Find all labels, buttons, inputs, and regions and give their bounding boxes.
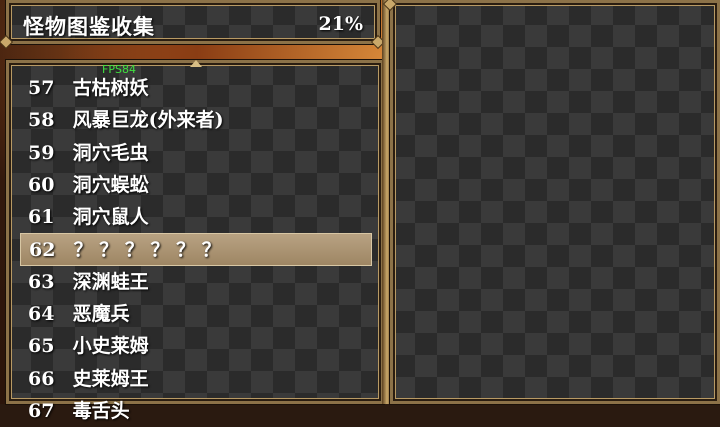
scroll-up-icon[interactable]	[190, 60, 202, 67]
monster-number: 60	[28, 173, 55, 196]
monster-list-item[interactable]: 59 洞穴毛虫	[20, 137, 372, 169]
monster-list: 57 古枯树妖 58 风暴巨龙(外来者) 59 洞穴毛虫 60 洞穴蜈蚣 61 洞穴鼠人…	[20, 72, 372, 427]
monster-list-item[interactable]: 63 深渊蛙王	[20, 266, 372, 298]
monster-list-item[interactable]: 65 小史莱姆	[20, 330, 372, 362]
monster-number: 65	[28, 335, 55, 358]
monster-name: ？ ？ ？ ？ ？ ？	[73, 239, 221, 262]
monster-number: 67	[28, 399, 55, 422]
monster-detail-panel	[390, 0, 720, 404]
monster-list-item[interactable]: 67 毒舌头	[20, 395, 372, 427]
monster-number: 64	[28, 303, 55, 326]
monster-list-item[interactable]: 61 洞穴鼠人	[20, 201, 372, 233]
monster-name: 古枯树妖	[72, 77, 149, 99]
completion-percent: 21%	[318, 13, 364, 35]
monster-list-item[interactable]: 66 史莱姆王	[20, 363, 372, 395]
monster-name: 深渊蛙王	[72, 270, 149, 293]
monster-number: 63	[28, 270, 55, 293]
monster-number: 59	[28, 141, 55, 164]
monster-list-item[interactable]: 57 古枯树妖	[20, 72, 372, 104]
monster-name: 风暴巨龙(外来者)	[72, 109, 224, 132]
page-title: 怪物图鉴收集	[23, 14, 155, 39]
fps-counter: FPS84	[102, 63, 136, 76]
monster-list-item[interactable]: 58 风暴巨龙(外来者)	[20, 104, 372, 136]
monster-name: 史莱姆王	[72, 367, 149, 390]
monster-number: 58	[28, 109, 55, 132]
monster-name: 洞穴鼠人	[72, 206, 149, 229]
monster-number: 62	[29, 239, 56, 262]
monster-number: 66	[28, 367, 55, 390]
monster-list-item[interactable]: 60 洞穴蜈蚣	[20, 169, 372, 201]
monster-list-item[interactable]: 62 ？ ？ ？ ？ ？ ？	[20, 233, 372, 266]
monster-number: 61	[28, 206, 55, 229]
monster-name: 毒舌头	[72, 399, 130, 422]
monster-name: 洞穴蜈蚣	[72, 173, 149, 196]
monster-list-item[interactable]: 64 恶魔兵	[20, 298, 372, 330]
monster-name: 恶魔兵	[72, 303, 130, 326]
monster-name: 小史莱姆	[72, 335, 149, 358]
collection-header: 怪物图鉴收集 21%	[6, 0, 380, 44]
monster-number: 57	[28, 77, 55, 99]
monster-name: 洞穴毛虫	[72, 141, 149, 164]
